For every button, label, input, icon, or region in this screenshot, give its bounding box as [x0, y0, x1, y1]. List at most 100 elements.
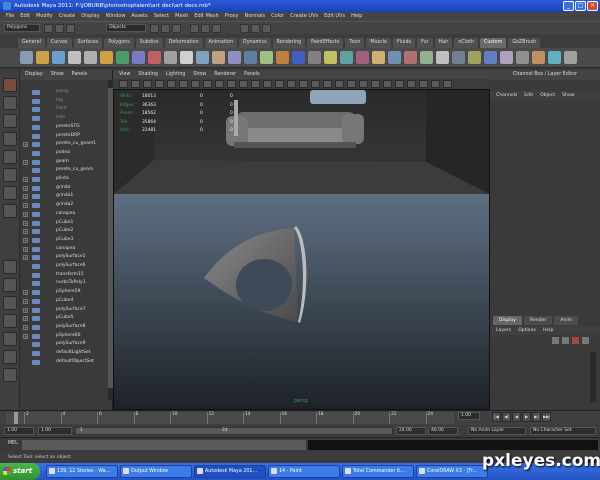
shelf-tab-hair[interactable]: Hair — [434, 38, 453, 48]
viewport-tool-icon[interactable] — [359, 80, 368, 88]
viewport-menu-view[interactable]: View — [119, 70, 130, 79]
shelf-tab-rendering[interactable]: Rendering — [272, 38, 306, 48]
outliner-item[interactable]: transform15 — [20, 271, 113, 280]
shelf-tool-icon[interactable] — [452, 51, 465, 64]
shelf-tool-icon[interactable] — [388, 51, 401, 64]
side-by-side-icon[interactable] — [3, 296, 17, 310]
render-current-icon[interactable] — [240, 24, 249, 33]
outliner-item[interactable]: + pCube3 — [20, 236, 113, 245]
outliner-item[interactable]: persp — [20, 88, 113, 97]
current-frame-field[interactable]: 1.00 — [458, 412, 480, 420]
shelf-tab-animation[interactable]: Animation — [204, 38, 237, 48]
viewport-menu-shading[interactable]: Shading — [138, 70, 158, 79]
shelf-tool-icon[interactable] — [484, 51, 497, 64]
selection-mode-dropdown[interactable]: Objects — [106, 24, 146, 32]
four-pane-icon[interactable] — [3, 278, 17, 292]
select-component-icon[interactable] — [172, 24, 181, 33]
outliner-item[interactable]: + pCube5 — [20, 314, 113, 323]
shelf-tool-icon[interactable] — [196, 51, 209, 64]
outliner-menu-panels[interactable]: Panels — [72, 70, 87, 80]
shelf-tool-icon[interactable] — [52, 51, 65, 64]
shelf-tab-fur[interactable]: Fur — [417, 38, 433, 48]
outliner-item[interactable]: + pSphere59 — [20, 288, 113, 297]
menu-display[interactable]: Display — [81, 12, 99, 21]
outliner-item[interactable]: + geam — [20, 158, 113, 167]
select-object-icon[interactable] — [161, 24, 170, 33]
playback-button[interactable]: ◀| — [502, 412, 511, 422]
expand-icon[interactable]: + — [23, 316, 28, 322]
manipulator-icon[interactable] — [3, 186, 17, 200]
outliner-item[interactable]: pereteSTG — [20, 123, 113, 132]
viewport-menu-lighting[interactable]: Lighting — [166, 70, 185, 79]
shelf-tool-icon[interactable] — [84, 51, 97, 64]
open-scene-icon[interactable] — [55, 24, 64, 33]
shelf-tool-icon[interactable] — [372, 51, 385, 64]
outliner-item[interactable]: podea — [20, 149, 113, 158]
playback-button[interactable]: ◀ — [512, 412, 521, 422]
menu-edit-mesh[interactable]: Edit Mesh — [194, 12, 218, 21]
outliner-item[interactable]: + grinda2 — [20, 201, 113, 210]
viewport-tool-icon[interactable] — [203, 80, 212, 88]
shelf-tab-general[interactable]: General — [18, 38, 45, 48]
expand-icon[interactable]: + — [23, 220, 28, 226]
outliner-item[interactable]: polySurface6 — [20, 262, 113, 271]
viewport-tool-icon[interactable] — [299, 80, 308, 88]
taskbar-task[interactable]: Output Window — [120, 465, 192, 478]
scale-tool-icon[interactable] — [3, 168, 17, 182]
range-slider[interactable]: 1 24 — [75, 427, 393, 435]
save-scene-icon[interactable] — [66, 24, 75, 33]
shelf-tool-icon[interactable] — [116, 51, 129, 64]
single-pane-icon[interactable] — [3, 260, 17, 274]
menu-window[interactable]: Window — [106, 12, 126, 21]
outliner-item[interactable]: defaultObjectSet — [20, 358, 113, 367]
channel-menu-edit[interactable]: Edit — [524, 91, 533, 100]
expand-icon[interactable]: + — [23, 324, 28, 330]
outliner-item[interactable]: + grinda1 — [20, 192, 113, 201]
outliner-item[interactable]: + pCube2 — [20, 227, 113, 236]
shelf-tool-icon[interactable] — [500, 51, 513, 64]
shelf-tab-gozbrush[interactable]: GoZBrush — [508, 38, 541, 48]
viewport-3d-scene[interactable]: persp Verts: 18013 0 0 Edges: 36363 0 0 Faces: 18… — [113, 89, 490, 410]
taskbar-task[interactable]: Total Commander 6.... — [342, 465, 414, 478]
shelf-tab-surfaces[interactable]: Surfaces — [73, 38, 103, 48]
viewport-tool-icon[interactable] — [287, 80, 296, 88]
layer-menu-help[interactable]: Help — [543, 326, 553, 335]
outliner-item[interactable]: + perete_cu_geam1 — [20, 140, 113, 149]
shelf-tool-icon[interactable] — [276, 51, 289, 64]
expand-icon[interactable]: + — [23, 333, 28, 339]
menu-help[interactable]: Help — [351, 12, 362, 21]
expand-icon[interactable]: + — [23, 307, 28, 313]
shelf-tab-deformation[interactable]: Deformation — [164, 38, 203, 48]
viewport-tool-icon[interactable] — [179, 80, 188, 88]
playback-end-field[interactable]: 24.00 — [396, 427, 426, 435]
shelf-tab-subdivs[interactable]: Subdivs — [135, 38, 163, 48]
persp-outliner-icon[interactable] — [3, 314, 17, 328]
tab-render[interactable]: Render — [523, 316, 553, 325]
anim-start-field[interactable]: 1.00 — [4, 427, 34, 435]
expand-icon[interactable]: + — [23, 142, 28, 148]
playback-button[interactable]: ▶| — [532, 412, 541, 422]
shelf-tool-icon[interactable] — [180, 51, 193, 64]
viewport-tool-icon[interactable] — [347, 80, 356, 88]
menu-edit-uvs[interactable]: Edit UVs — [324, 12, 345, 21]
outliner-item[interactable]: + polySurface8 — [20, 323, 113, 332]
menu-color[interactable]: Color — [271, 12, 284, 21]
shelf-tool-icon[interactable] — [516, 51, 529, 64]
minimize-button[interactable]: _ — [563, 1, 574, 11]
menu-mesh[interactable]: Mesh — [175, 12, 188, 21]
viewport-tool-icon[interactable] — [431, 80, 440, 88]
render-settings-icon[interactable] — [262, 24, 271, 33]
shelf-tool-icon[interactable] — [324, 51, 337, 64]
outliner-item[interactable]: + plinta — [20, 175, 113, 184]
shelf-tool-icon[interactable] — [148, 51, 161, 64]
outliner-item[interactable]: nurbsToPoly1 — [20, 279, 113, 288]
playback-button[interactable]: ▶▶| — [542, 412, 551, 422]
shelf-tool-icon[interactable] — [532, 51, 545, 64]
shelf-tool-icon[interactable] — [468, 51, 481, 64]
viewport-tool-icon[interactable] — [227, 80, 236, 88]
outliner-item[interactable]: perete_cu_geam — [20, 166, 113, 175]
shelf-tool-icon[interactable] — [212, 51, 225, 64]
shelf-tool-icon[interactable] — [132, 51, 145, 64]
menu-select[interactable]: Select — [154, 12, 169, 21]
outliner-item[interactable]: + pCube4 — [20, 297, 113, 306]
